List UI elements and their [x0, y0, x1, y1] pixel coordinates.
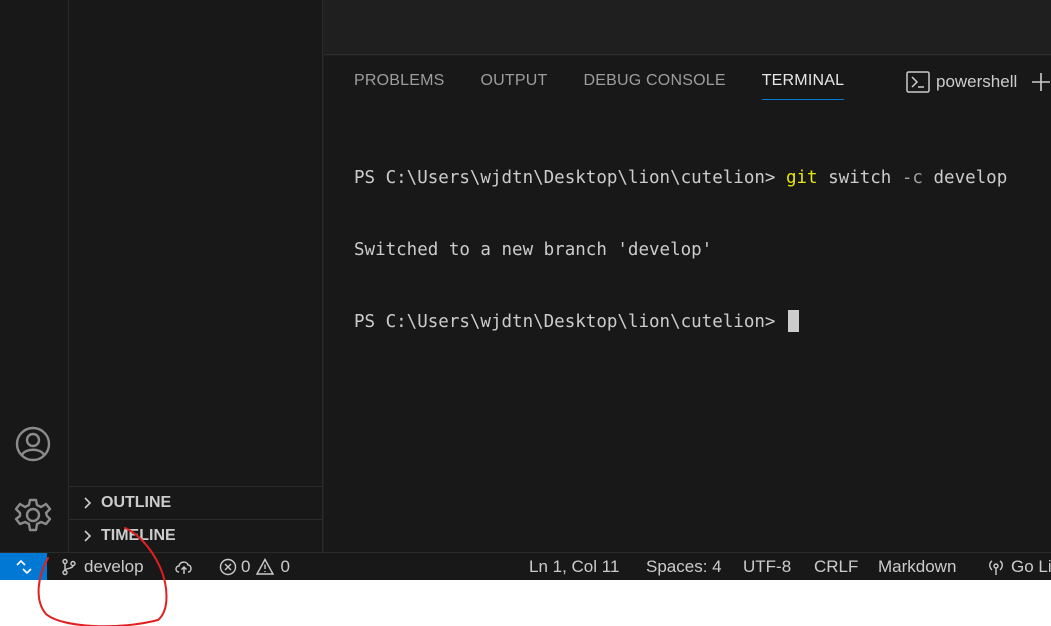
go-live-button[interactable]: Go Live [987, 553, 1051, 580]
git-branch-icon [62, 558, 76, 576]
panel-tabs: PROBLEMS OUTPUT DEBUG CONSOLE TERMINAL [354, 56, 880, 106]
remote-indicator-button[interactable] [0, 553, 47, 580]
branch-name: develop [84, 557, 144, 576]
terminal-output[interactable]: PS C:\Users\wjdtn\Desktop\lion\cutelion>… [354, 118, 1051, 382]
remote-icon [15, 559, 32, 575]
encoding-indicator[interactable]: UTF-8 [743, 553, 791, 580]
plus-icon [1032, 73, 1050, 91]
tab-terminal[interactable]: TERMINAL [761, 56, 845, 106]
indentation-indicator[interactable]: Spaces: 4 [646, 553, 722, 580]
tab-debug-console[interactable]: DEBUG CONSOLE [584, 56, 726, 106]
terminal-line: PS C:\Users\wjdtn\Desktop\lion\cutelion> [354, 310, 1051, 334]
terminal-profile-label: powershell [936, 72, 1018, 91]
chevron-right-icon [77, 493, 97, 513]
terminal-command: git [785, 168, 818, 188]
publish-branch-button[interactable] [174, 553, 194, 580]
timeline-label: TIMELINE [101, 527, 176, 544]
terminal-subcommand: switch [817, 168, 902, 188]
tab-output[interactable]: OUTPUT [481, 56, 548, 106]
bottom-panel: PROBLEMS OUTPUT DEBUG CONSOLE TERMINAL p… [324, 56, 1051, 552]
terminal-profile-selector[interactable]: powershell [906, 68, 1017, 96]
terminal-line: Switched to a new branch 'develop' [354, 240, 713, 260]
error-icon [219, 558, 237, 576]
activity-bar [0, 0, 68, 552]
accounts-icon[interactable] [12, 423, 54, 465]
timeline-section-header[interactable]: TIMELINE [69, 519, 323, 552]
terminal-flag: -c [901, 168, 923, 188]
cursor-position-indicator[interactable]: Ln 1, Col 11 [529, 553, 619, 580]
terminal-argument: develop [922, 168, 1008, 188]
tab-problems[interactable]: PROBLEMS [354, 56, 445, 106]
editor-area[interactable] [324, 0, 1051, 55]
outline-label: OUTLINE [101, 494, 172, 511]
problems-indicator[interactable]: 0 0 [219, 553, 290, 580]
cloud-upload-icon [175, 561, 192, 574]
sidebar: OUTLINE TIMELINE [68, 0, 323, 552]
language-mode-indicator[interactable]: Markdown [878, 553, 956, 580]
go-live-label: Go Live [1011, 557, 1051, 576]
broadcast-icon [989, 560, 1003, 575]
new-terminal-button[interactable] [1029, 68, 1051, 96]
warning-count: 0 [280, 557, 290, 576]
chevron-right-icon [77, 526, 97, 546]
error-count: 0 [241, 557, 251, 576]
outline-section-header[interactable]: OUTLINE [69, 486, 323, 519]
warning-icon [256, 558, 275, 575]
eol-indicator[interactable]: CRLF [814, 553, 858, 580]
vscode-window: OUTLINE TIMELINE PROBLEMS OUTPUT DEBUG C… [0, 0, 1051, 580]
terminal-line: PS C:\Users\wjdtn\Desktop\lion\cutelion>… [354, 166, 1051, 190]
gear-icon[interactable] [12, 494, 54, 536]
terminal-cursor [787, 310, 799, 332]
terminal-powershell-icon [906, 71, 930, 93]
branch-indicator[interactable]: develop [60, 553, 144, 580]
terminal-prompt: PS C:\Users\wjdtn\Desktop\lion\cutelion> [354, 168, 786, 188]
status-bar: develop 0 0 Ln 1, Col 11 Spaces: 4 UTF-8 [0, 552, 1051, 580]
terminal-prompt: PS C:\Users\wjdtn\Desktop\lion\cutelion> [354, 312, 786, 332]
